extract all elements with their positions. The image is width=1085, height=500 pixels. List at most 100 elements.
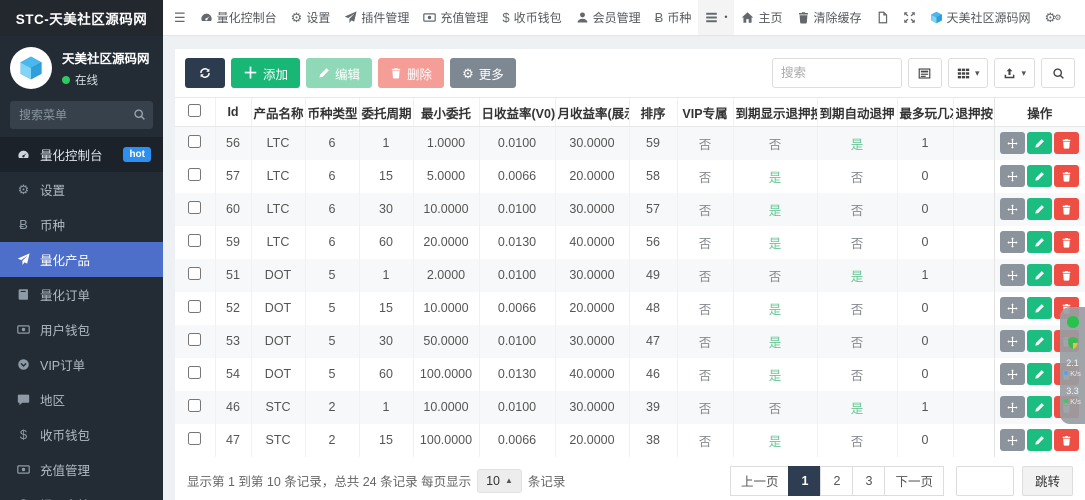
nav-item-home[interactable]: 主页 xyxy=(734,0,789,36)
select-all-checkbox[interactable] xyxy=(188,104,201,117)
table-search-input[interactable] xyxy=(772,58,902,88)
row-edit-button[interactable] xyxy=(1027,231,1052,253)
row-checkbox[interactable] xyxy=(188,366,201,379)
sidebar-item-region[interactable]: 地区 xyxy=(0,382,163,417)
nav-item-page[interactable] xyxy=(869,0,896,36)
move-button[interactable] xyxy=(1000,297,1025,319)
cell-daily: 0.0100 xyxy=(479,193,555,226)
row-checkbox[interactable] xyxy=(188,432,201,445)
row-edit-button[interactable] xyxy=(1027,429,1052,451)
page-size-dropdown[interactable]: 10 ▲ xyxy=(477,469,522,493)
sidebar-item-withdraw-audit[interactable]: 提现审核 xyxy=(0,487,163,500)
cell-monthly: 40.0000 xyxy=(555,226,629,259)
move-button[interactable] xyxy=(1000,231,1025,253)
export-button[interactable]: ▾ xyxy=(994,58,1035,88)
delete-button[interactable]: 删除 xyxy=(378,58,444,88)
page-button-3[interactable]: 3 xyxy=(852,466,885,496)
columns-button[interactable]: ▾ xyxy=(948,58,989,88)
move-button[interactable] xyxy=(1000,429,1025,451)
sidebar-item-coins[interactable]: Ƀ币种 xyxy=(0,207,163,242)
row-checkbox[interactable] xyxy=(188,135,201,148)
hot-badge: hot xyxy=(123,147,151,162)
row-edit-button[interactable] xyxy=(1027,330,1052,352)
sidebar-item-quant-orders[interactable]: 量化订单 xyxy=(0,277,163,312)
row-edit-button[interactable] xyxy=(1027,363,1052,385)
avatar xyxy=(10,47,52,89)
cell-refund xyxy=(953,226,994,259)
cell-daily: 0.0066 xyxy=(479,160,555,193)
row-edit-button[interactable] xyxy=(1027,165,1052,187)
table-row: 47STC215100.00000.006620.000038否是否0 xyxy=(175,424,1085,457)
more-button[interactable]: ⚙更多 xyxy=(450,58,516,88)
card-view-button[interactable] xyxy=(908,58,942,88)
row-delete-button[interactable] xyxy=(1054,132,1079,154)
row-checkbox[interactable] xyxy=(188,300,201,313)
cell-sort: 56 xyxy=(629,226,677,259)
nav-item-settings[interactable]: ⚙设置 xyxy=(284,0,338,36)
move-button[interactable] xyxy=(1000,330,1025,352)
sidebar-search-input[interactable] xyxy=(10,101,153,129)
sidebar-item-coin-wallet[interactable]: $收币钱包 xyxy=(0,417,163,452)
nav-item-plugins[interactable]: 插件管理 xyxy=(337,0,416,36)
move-button[interactable] xyxy=(1000,165,1025,187)
row-checkbox[interactable] xyxy=(188,399,201,412)
move-button[interactable] xyxy=(1000,198,1025,220)
move-button[interactable] xyxy=(1000,363,1025,385)
sidebar-item-recharge[interactable]: 充值管理 xyxy=(0,452,163,487)
floating-speed-widget[interactable]: 2.1K/s3.3K/s xyxy=(1060,307,1085,424)
nav-item-coin-wallet[interactable]: $收币钱包 xyxy=(495,0,568,36)
move-button[interactable] xyxy=(1000,264,1025,286)
search-button[interactable] xyxy=(1041,58,1075,88)
row-edit-button[interactable] xyxy=(1027,396,1052,418)
nav-item-site[interactable]: 天美社区源码网 xyxy=(923,0,1038,36)
sidebar-item-label: 量化订单 xyxy=(40,285,90,304)
row-delete-button[interactable] xyxy=(1054,429,1079,451)
edit-button[interactable]: 编辑 xyxy=(306,58,372,88)
pager: 上一页123下一页 xyxy=(731,466,944,496)
move-button[interactable] xyxy=(1000,396,1025,418)
row-delete-button[interactable] xyxy=(1054,198,1079,220)
page-button-1[interactable]: 1 xyxy=(788,466,821,496)
jump-button[interactable]: 跳转 xyxy=(1022,466,1073,496)
jump-page-input[interactable] xyxy=(956,466,1014,496)
sidebar-item-user-wallet[interactable]: 用户钱包 xyxy=(0,312,163,347)
nav-item-clear-cache[interactable]: 清除缓存 xyxy=(790,0,869,36)
nav-item-menu-toggle[interactable]: ☰ xyxy=(167,0,193,36)
move-button[interactable] xyxy=(1000,132,1025,154)
row-edit-button[interactable] xyxy=(1027,297,1052,319)
page-button-2[interactable]: 2 xyxy=(820,466,853,496)
cell-daily: 0.0130 xyxy=(479,358,555,391)
nav-item-quant-console[interactable]: 量化控制台 xyxy=(193,0,284,36)
nav-item-list-dropdown[interactable]: • xyxy=(698,0,734,36)
row-edit-button[interactable] xyxy=(1027,198,1052,220)
row-edit-button[interactable] xyxy=(1027,132,1052,154)
add-button[interactable]: ＋添加 xyxy=(231,58,300,88)
row-checkbox[interactable] xyxy=(188,234,201,247)
nav-item-cogs[interactable]: ⚙⚙ xyxy=(1038,0,1069,36)
nav-item-coins[interactable]: Ƀ币种 xyxy=(648,0,699,36)
row-checkbox[interactable] xyxy=(188,168,201,181)
sidebar-item-quant-console[interactable]: 量化控制台hot xyxy=(0,137,163,172)
row-delete-button[interactable] xyxy=(1054,264,1079,286)
cell-coin_type: 5 xyxy=(305,325,359,358)
row-checkbox[interactable] xyxy=(188,267,201,280)
page-button-下一页[interactable]: 下一页 xyxy=(884,466,944,496)
nav-item-members[interactable]: 会员管理 xyxy=(569,0,648,36)
nav-item-recharge[interactable]: 充值管理 xyxy=(416,0,495,36)
sidebar-item-vip-orders[interactable]: VIP订单 xyxy=(0,347,163,382)
row-delete-button[interactable] xyxy=(1054,231,1079,253)
row-delete-button[interactable] xyxy=(1054,165,1079,187)
row-checkbox[interactable] xyxy=(188,333,201,346)
cell-show_btn: 否 xyxy=(733,391,817,424)
nav-item-expand[interactable] xyxy=(896,0,923,36)
refresh-button[interactable] xyxy=(185,58,225,88)
sidebar-item-settings[interactable]: ⚙设置 xyxy=(0,172,163,207)
page-button-上一页[interactable]: 上一页 xyxy=(730,466,790,496)
book-icon xyxy=(16,288,31,301)
row-edit-button[interactable] xyxy=(1027,264,1052,286)
cell-name: DOT xyxy=(251,325,305,358)
row-checkbox[interactable] xyxy=(188,201,201,214)
sidebar-item-quant-products[interactable]: 量化产品 xyxy=(0,242,163,277)
cell-name: LTC xyxy=(251,193,305,226)
cell-refund xyxy=(953,325,994,358)
